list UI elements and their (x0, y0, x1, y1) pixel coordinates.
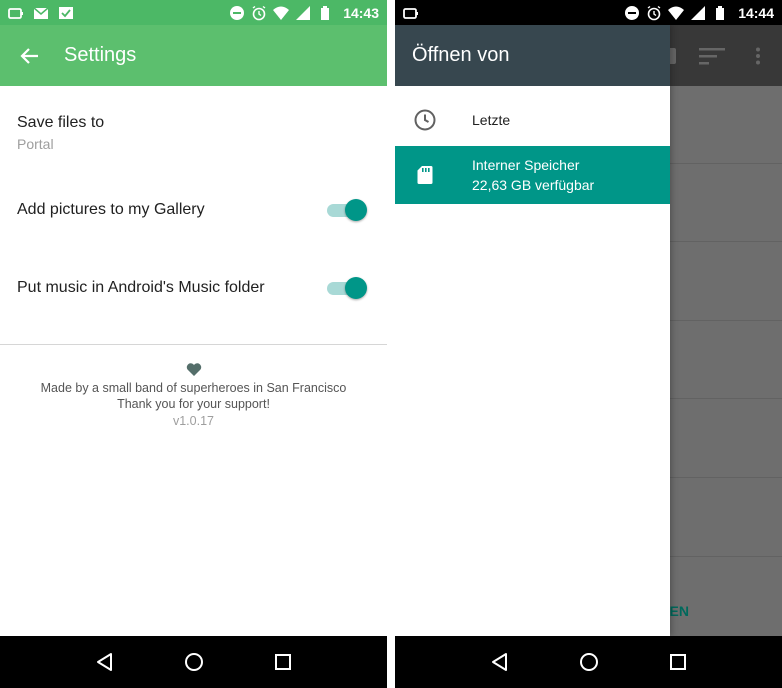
do-not-disturb-icon (625, 5, 640, 20)
open-from-screen: 14:44 LEN Öffnen von Letzte Interner Spe… (395, 0, 782, 688)
signal-icon (691, 5, 706, 20)
status-bar: 14:43 (0, 0, 387, 25)
status-bar: 14:44 (395, 0, 782, 25)
drawer-title: Öffnen von (412, 44, 510, 66)
inbox-done-icon (59, 6, 73, 19)
alarm-icon (647, 5, 661, 20)
wifi-icon (668, 6, 685, 20)
heart-icon (186, 363, 201, 376)
nav-home-icon[interactable] (182, 650, 206, 674)
setting-save-files-to[interactable]: Save files to Portal (17, 114, 370, 158)
about-footer: Made by a small band of superheroes in S… (0, 362, 387, 429)
wifi-icon (273, 6, 290, 20)
drawer-header: Öffnen von (395, 25, 670, 86)
app-bar: Settings (0, 25, 387, 86)
drawer-item-sublabel: 22,63 GB verfügbar (472, 177, 595, 193)
toggle-thumb (345, 199, 367, 221)
page-title: Settings (64, 44, 137, 66)
nav-recents-icon[interactable] (271, 650, 295, 674)
do-not-disturb-icon (230, 5, 245, 20)
battery-saver-icon (403, 7, 418, 19)
drawer-item-internal-storage[interactable]: Interner Speicher 22,63 GB verfügbar (395, 146, 670, 204)
mail-notification-icon (33, 6, 49, 19)
battery-icon (321, 5, 330, 20)
status-time: 14:43 (343, 4, 379, 21)
setting-add-pictures[interactable]: Add pictures to my Gallery (17, 201, 370, 225)
settings-screen: 14:43 Settings Save files to Portal Add … (0, 0, 387, 688)
sd-card-icon (417, 166, 433, 184)
navigation-bar (0, 636, 387, 688)
alarm-icon (252, 5, 266, 20)
gallery-toggle[interactable] (325, 198, 367, 222)
setting-music-folder[interactable]: Put music in Android's Music folder (17, 279, 370, 303)
nav-back-icon[interactable] (93, 650, 117, 674)
setting-title: Put music in Android's Music folder (17, 279, 265, 296)
sort-icon (699, 48, 725, 65)
setting-subtitle: Portal (17, 136, 54, 152)
battery-icon (716, 5, 725, 20)
drawer-item-label: Interner Speicher (472, 157, 580, 173)
toggle-thumb (345, 277, 367, 299)
footer-tagline: Made by a small band of superheroes in S… (40, 381, 347, 395)
setting-title: Add pictures to my Gallery (17, 201, 205, 218)
drawer-item-label: Letzte (472, 112, 511, 128)
app-version: v1.0.17 (172, 414, 214, 428)
status-time: 14:44 (738, 4, 774, 21)
drawer-item-recent[interactable]: Letzte (395, 96, 670, 144)
navigation-bar (395, 636, 782, 688)
clock-icon (414, 109, 436, 131)
drawer-item-text: Interner Speicher 22,63 GB verfügbar (472, 155, 594, 195)
signal-icon (296, 5, 311, 20)
more-vert-icon (756, 47, 760, 65)
music-toggle[interactable] (325, 276, 367, 300)
nav-home-icon[interactable] (577, 650, 601, 674)
divider (0, 344, 387, 345)
screen-separator (387, 0, 395, 688)
back-arrow-icon[interactable] (18, 44, 42, 68)
nav-recents-icon[interactable] (666, 650, 690, 674)
footer-thanks: Thank you for your support! (117, 397, 270, 411)
battery-saver-icon (8, 7, 23, 19)
open-from-drawer: Öffnen von Letzte Interner Speicher 22,6… (395, 25, 670, 636)
nav-back-icon[interactable] (488, 650, 512, 674)
setting-title: Save files to (17, 114, 105, 131)
